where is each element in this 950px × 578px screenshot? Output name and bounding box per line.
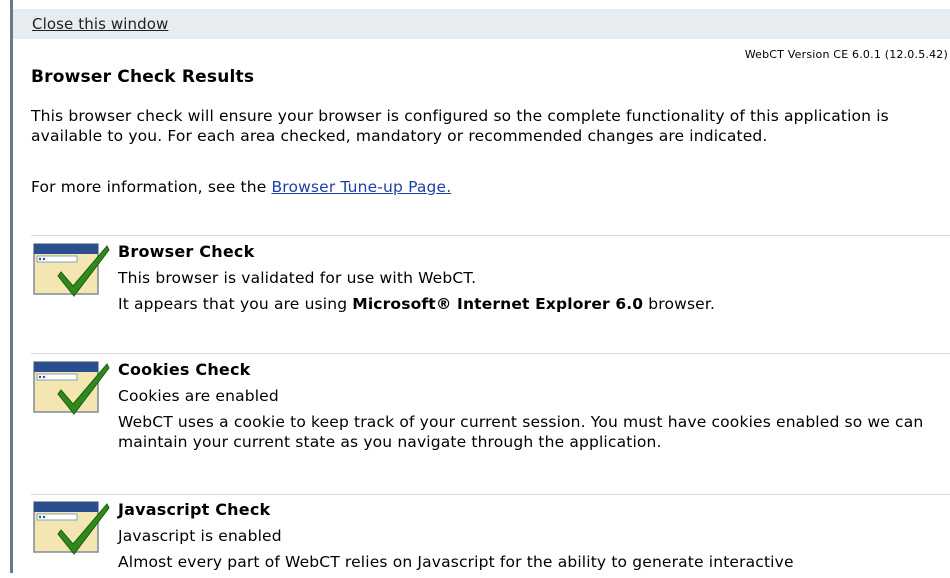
window-checkmark-icon bbox=[33, 501, 110, 555]
intro-text: This browser check will ensure your brow… bbox=[31, 107, 889, 145]
check-title: Browser Check bbox=[118, 242, 255, 261]
check-status: Javascript is enabled bbox=[118, 527, 282, 545]
browser-name: Microsoft® Internet Explorer 6.0 bbox=[352, 295, 644, 313]
section-divider bbox=[31, 353, 950, 354]
check-status: Cookies are enabled bbox=[118, 387, 279, 405]
close-window-link[interactable]: Close this window bbox=[32, 15, 168, 33]
check-detail: WebCT uses a cookie to keep track of you… bbox=[118, 413, 924, 451]
check-title: Javascript Check bbox=[118, 500, 271, 519]
top-bar: Close this window bbox=[13, 9, 950, 39]
check-detail: Almost every part of WebCT relies on Jav… bbox=[118, 553, 794, 571]
check-title: Cookies Check bbox=[118, 360, 251, 379]
window-checkmark-icon bbox=[33, 243, 110, 297]
browser-tuneup-link[interactable]: Browser Tune-up Page. bbox=[271, 178, 451, 196]
section-divider bbox=[31, 494, 950, 495]
window-left-border bbox=[10, 0, 13, 573]
version-label: WebCT Version CE 6.0.1 (12.0.5.42) bbox=[744, 48, 948, 61]
check-detail-prefix: It appears that you are using bbox=[118, 295, 353, 313]
check-detail: It appears that you are using Microsoft®… bbox=[118, 294, 950, 314]
check-detail-suffix: browser. bbox=[643, 295, 716, 313]
more-info-prefix: For more information, see the bbox=[31, 178, 272, 196]
section-divider bbox=[31, 235, 950, 236]
window-checkmark-icon bbox=[33, 361, 110, 415]
more-info-text: For more information, see the Browser Tu… bbox=[31, 178, 451, 196]
check-status: This browser is validated for use with W… bbox=[118, 269, 477, 287]
page-title: Browser Check Results bbox=[31, 67, 255, 87]
